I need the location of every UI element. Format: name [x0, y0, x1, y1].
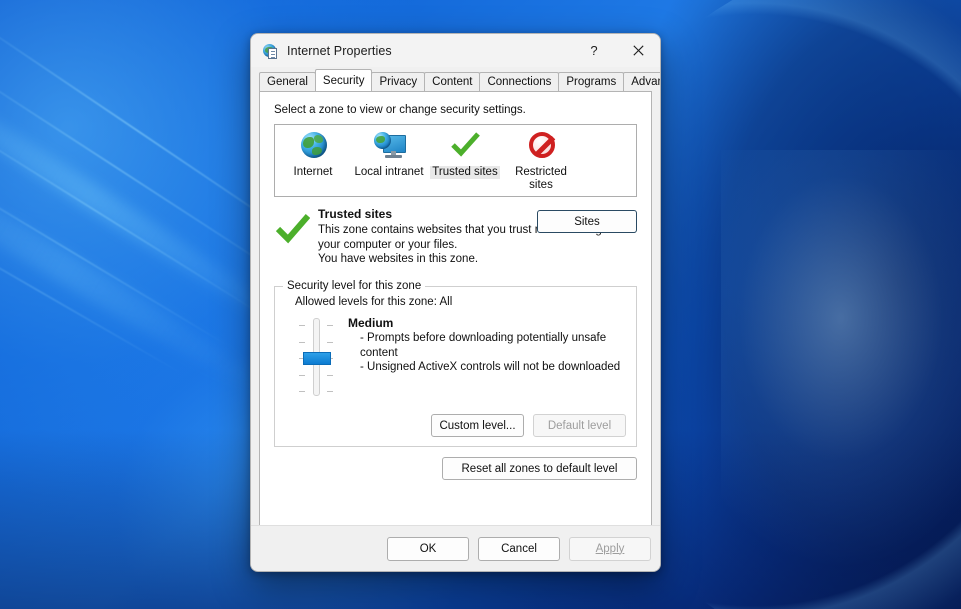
allowed-levels-text: Allowed levels for this zone: All	[295, 296, 453, 308]
tab-advanced[interactable]: Advanced	[623, 72, 660, 91]
dialog-title: Internet Properties	[287, 43, 392, 58]
dialog-footer: OK Cancel Apply	[251, 525, 660, 571]
zone-list[interactable]: Internet Local intranet Trusted sites Re…	[274, 124, 637, 197]
tab-privacy[interactable]: Privacy	[371, 72, 426, 91]
zone-item-local-intranet[interactable]: Local intranet	[351, 125, 427, 196]
reset-all-zones-button[interactable]: Reset all zones to default level	[442, 457, 637, 480]
zone-label-trusted-sites: Trusted sites	[430, 166, 500, 179]
zone-detail-extra: You have websites in this zone.	[318, 253, 479, 265]
security-level-description: Medium - Prompts before downloading pote…	[345, 316, 624, 396]
security-level-slider[interactable]	[287, 316, 345, 396]
sites-button[interactable]: Sites	[537, 210, 637, 233]
tab-programs[interactable]: Programs	[558, 72, 625, 91]
wallpaper-highlight-right	[721, 150, 961, 570]
security-level-group: Security level for this zone Allowed lev…	[274, 280, 637, 447]
apply-button[interactable]: Apply	[569, 536, 651, 561]
close-button[interactable]	[616, 34, 660, 67]
titlebar-buttons: ?	[572, 34, 660, 67]
slider-thumb[interactable]	[303, 352, 331, 365]
green-check-icon	[448, 131, 482, 163]
tab-content[interactable]: Content	[424, 72, 481, 91]
help-button[interactable]: ?	[572, 34, 616, 67]
tab-security[interactable]: Security	[314, 69, 373, 91]
tab-connections[interactable]: Connections	[479, 72, 560, 91]
tab-strip: General Security Privacy Content Connect…	[259, 69, 660, 91]
globe-icon	[296, 131, 330, 163]
intranet-monitor-icon	[372, 131, 406, 163]
tab-general[interactable]: General	[259, 72, 316, 91]
internet-properties-icon	[263, 43, 279, 59]
zone-detail-check-icon	[274, 206, 318, 272]
security-level-bullet-1: - Prompts before downloading potentially…	[360, 332, 607, 359]
zone-item-internet[interactable]: Internet	[275, 125, 351, 196]
zone-item-restricted-sites[interactable]: Restricted sites	[503, 125, 579, 196]
security-tab-page: Select a zone to view or change security…	[259, 91, 652, 540]
zone-instruction: Select a zone to view or change security…	[274, 104, 526, 116]
zone-detail: Trusted sites This zone contains website…	[274, 206, 637, 272]
zone-label-local-intranet: Local intranet	[354, 166, 424, 178]
apply-label: Apply	[595, 542, 625, 555]
reset-row: Reset all zones to default level	[274, 457, 637, 480]
cancel-button[interactable]: Cancel	[478, 536, 560, 561]
wallpaper-shadow-right	[621, 0, 961, 609]
dialog-titlebar: Internet Properties ?	[251, 34, 660, 67]
level-buttons: Custom level... Default level	[431, 414, 626, 437]
custom-level-button[interactable]: Custom level...	[431, 414, 524, 437]
security-level-bullet-2: - Unsigned ActiveX controls will not be …	[360, 361, 621, 373]
zone-label-internet: Internet	[293, 166, 333, 178]
close-icon	[632, 45, 644, 56]
default-level-button[interactable]: Default level	[533, 414, 626, 437]
security-level-name: Medium	[348, 316, 394, 330]
desktop-background: Internet Properties ? General Security P…	[0, 0, 961, 609]
ok-button[interactable]: OK	[387, 536, 469, 561]
red-deny-icon	[524, 131, 558, 163]
zone-item-trusted-sites[interactable]: Trusted sites	[427, 125, 503, 196]
zone-label-restricted-sites: Restricted sites	[515, 166, 567, 191]
help-icon: ?	[590, 43, 598, 58]
security-level-group-title: Security level for this zone	[283, 280, 426, 292]
internet-properties-dialog: Internet Properties ? General Security P…	[250, 33, 661, 572]
